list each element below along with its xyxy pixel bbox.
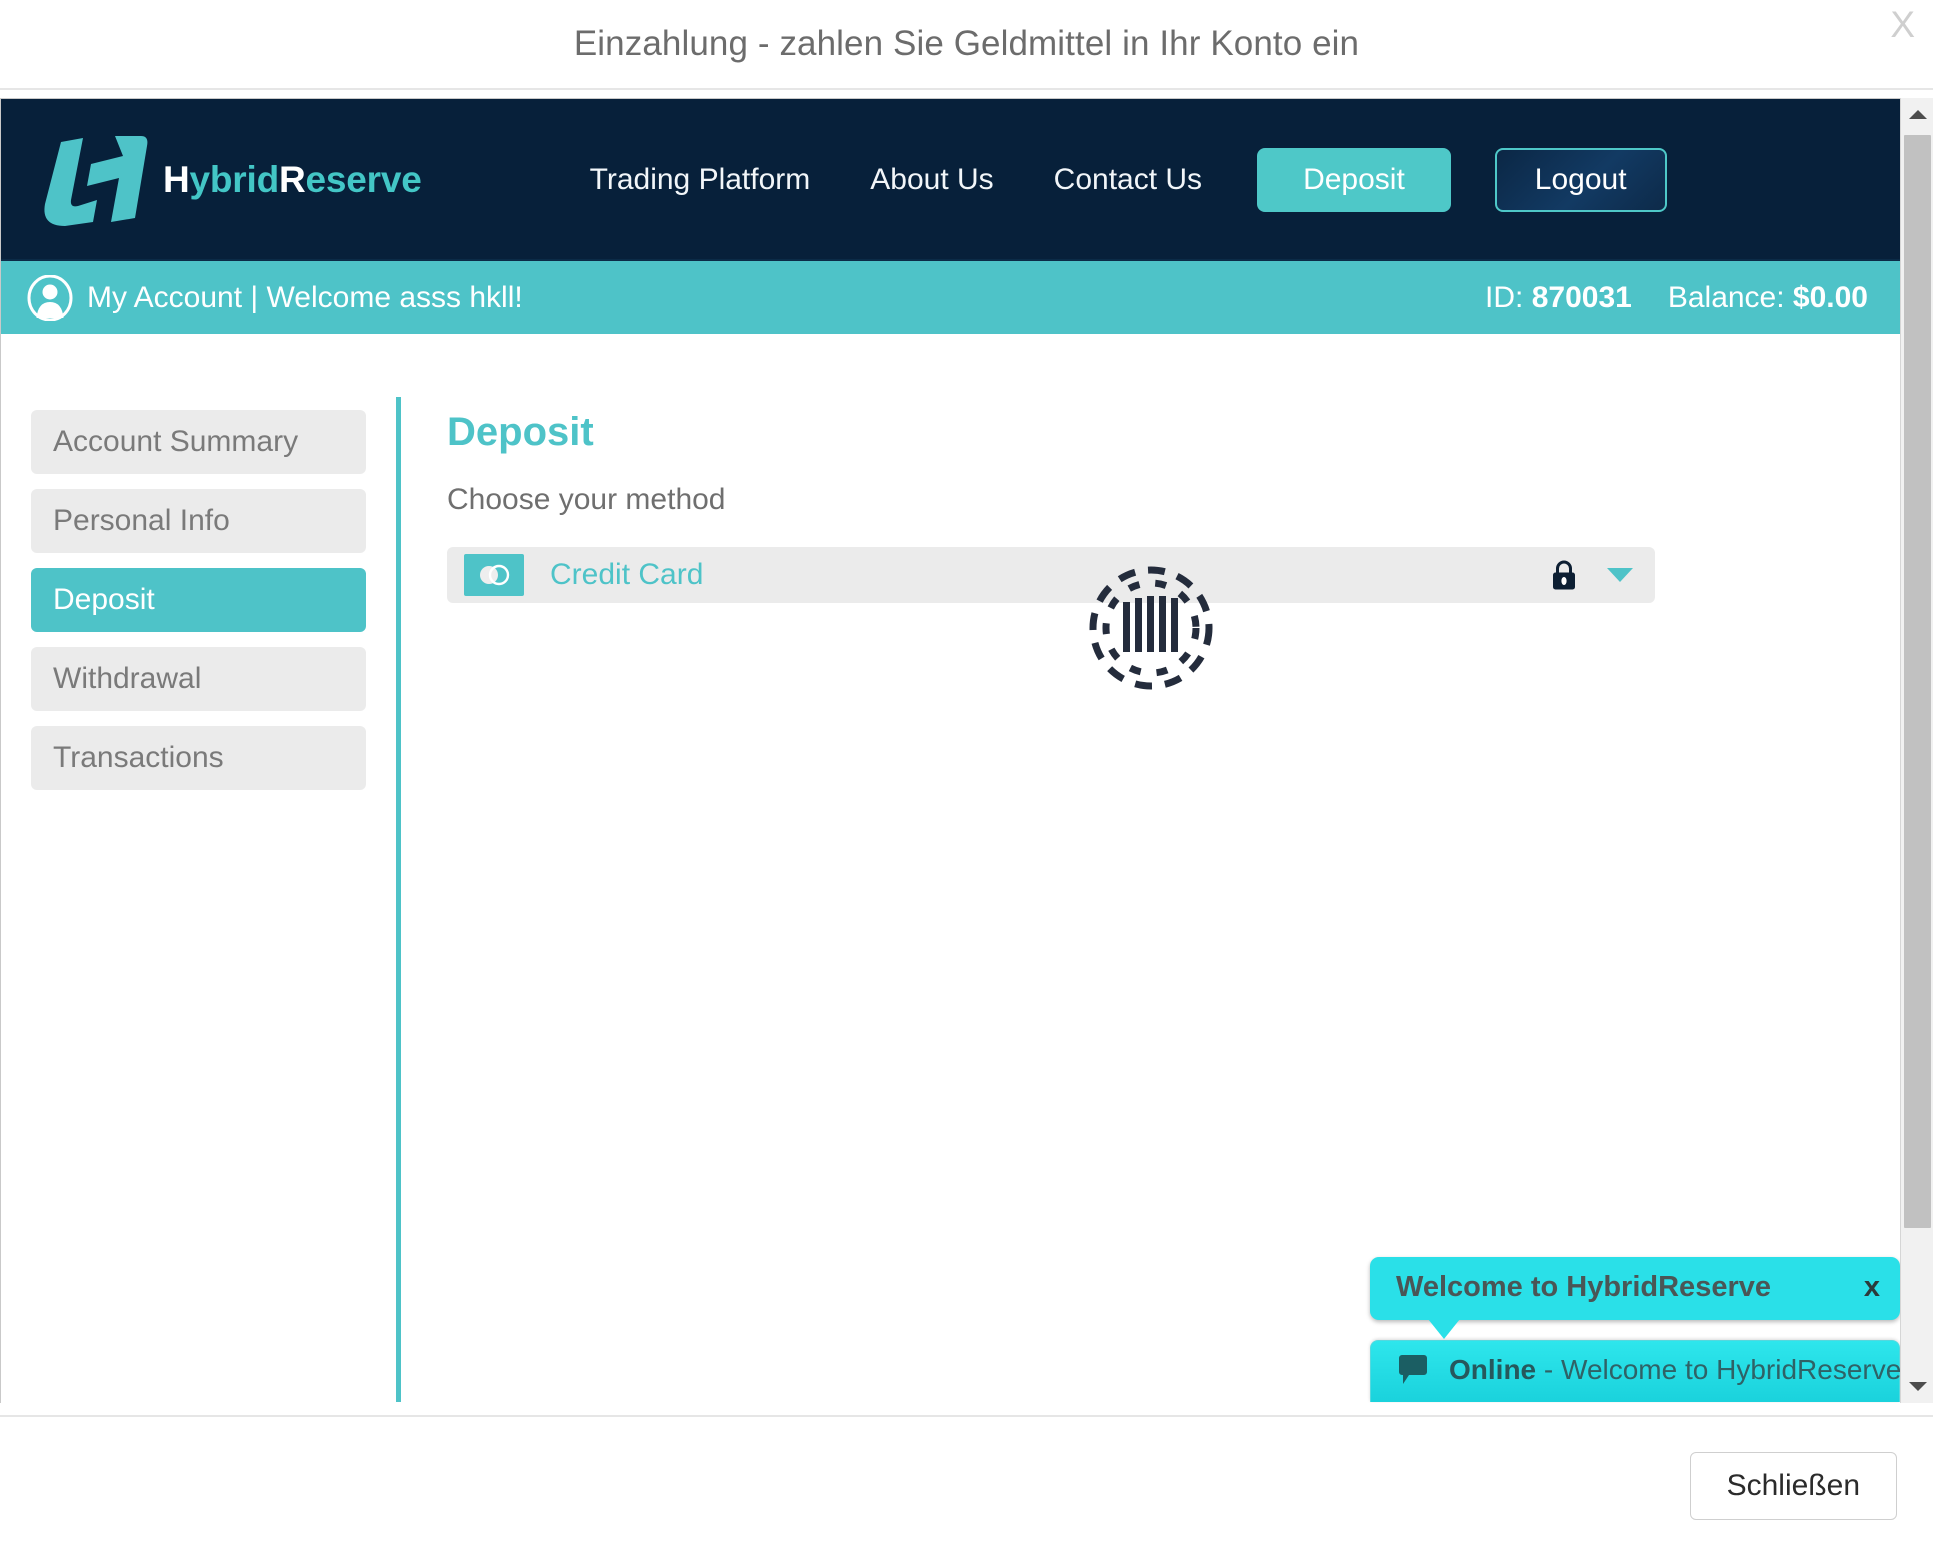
- method-select-controls: [1551, 559, 1633, 591]
- logout-button[interactable]: Logout: [1494, 148, 1667, 212]
- chat-status-online: Online: [1449, 1354, 1537, 1385]
- chevron-down-icon: [1908, 1382, 1927, 1391]
- account-stats: ID: 870031 Balance: $0.00: [1485, 281, 1868, 315]
- brand-logo[interactable]: HybridReserve: [31, 134, 422, 226]
- nav-links: Trading Platform About Us Contact Us: [590, 163, 1202, 197]
- close-icon[interactable]: X: [1890, 6, 1915, 43]
- chevron-down-icon[interactable]: [1607, 568, 1633, 582]
- chat-status-text: Online - Welcome to HybridReserve: [1449, 1354, 1900, 1386]
- embedded-page-frame: HybridReserve Trading Platform About Us …: [0, 98, 1900, 1403]
- account-id-label: ID:: [1485, 280, 1524, 314]
- overlapping-circles-glyph: [480, 564, 510, 586]
- nav-link-contact-us[interactable]: Contact Us: [1054, 163, 1202, 197]
- sidebar-item-personal-info[interactable]: Personal Info: [31, 489, 366, 553]
- main-panel: Deposit Choose your method Credit Card W…: [401, 410, 1900, 1402]
- sidebar-item-deposit[interactable]: Deposit: [31, 568, 366, 632]
- account-welcome-text: My Account | Welcome asss hkll!: [87, 280, 523, 314]
- vertical-scrollbar[interactable]: [1900, 98, 1933, 1403]
- nav-actions: Deposit Logout: [1257, 148, 1667, 212]
- modal-body: HybridReserve Trading Platform About Us …: [0, 90, 1933, 1415]
- avatar-icon: [27, 274, 73, 321]
- sidebar-item-account-summary[interactable]: Account Summary: [31, 410, 366, 474]
- credit-card-icon: [464, 554, 524, 596]
- page-title: Deposit: [447, 410, 594, 454]
- choose-method-label: Choose your method: [447, 483, 726, 516]
- brand-cap-h: H: [163, 159, 190, 200]
- account-bar: My Account | Welcome asss hkll! ID: 8700…: [1, 261, 1900, 334]
- brand-eserve: eserve: [305, 159, 422, 200]
- page-content: Account Summary Personal Info Deposit Wi…: [1, 334, 1900, 1402]
- modal-footer: Schließen: [0, 1415, 1933, 1554]
- deposit-button[interactable]: Deposit: [1257, 148, 1451, 212]
- chat-status-separator: -: [1536, 1354, 1562, 1385]
- chat-welcome-tooltip: Welcome to HybridReserve x: [1370, 1257, 1900, 1339]
- nav-link-trading-platform[interactable]: Trading Platform: [590, 163, 811, 197]
- deposit-modal: Einzahlung - zahlen Sie Geldmittel in Ih…: [0, 0, 1933, 1554]
- brand-ybrid: ybrid: [189, 159, 280, 200]
- spinner-icon: [1089, 566, 1212, 690]
- loading-spinner: [1076, 553, 1226, 708]
- scrollbar-up-button[interactable]: [1901, 98, 1933, 131]
- account-id-value: 870031: [1531, 280, 1632, 314]
- scrollbar-thumb[interactable]: [1904, 135, 1931, 1228]
- account-balance-label: Balance:: [1667, 280, 1785, 314]
- chat-widget: Welcome to HybridReserve x Online - Welc…: [1370, 1257, 1900, 1402]
- payment-method-select[interactable]: Credit Card: [447, 547, 1655, 603]
- hybrid-reserve-logo-icon: [44, 136, 148, 226]
- chat-tooltip-close-icon[interactable]: x: [1846, 1271, 1880, 1304]
- sidebar-menu: Account Summary Personal Info Deposit Wi…: [1, 410, 396, 1402]
- top-navigation-bar: HybridReserve Trading Platform About Us …: [1, 99, 1900, 261]
- account-balance-value: $0.00: [1792, 280, 1868, 314]
- payment-method-value: Credit Card: [550, 558, 704, 591]
- modal-header: Einzahlung - zahlen Sie Geldmittel in Ih…: [0, 0, 1933, 90]
- brand-name: HybridReserve: [163, 159, 422, 201]
- chat-tooltip-text: Welcome to HybridReserve: [1396, 1271, 1771, 1303]
- chat-status-message: Welcome to HybridReserve: [1561, 1354, 1900, 1385]
- account-id: ID: 870031: [1485, 281, 1632, 315]
- account-identity[interactable]: My Account | Welcome asss hkll!: [27, 274, 523, 321]
- sidebar-item-transactions[interactable]: Transactions: [31, 726, 366, 790]
- speech-bubble-icon: [1399, 1355, 1427, 1384]
- account-balance: Balance: $0.00: [1668, 281, 1868, 315]
- modal-title: Einzahlung - zahlen Sie Geldmittel in Ih…: [573, 24, 1360, 63]
- sidebar-item-withdrawal[interactable]: Withdrawal: [31, 647, 366, 711]
- brand-cap-r: R: [279, 159, 306, 200]
- lock-icon: [1553, 560, 1575, 590]
- nav-link-about-us[interactable]: About Us: [870, 163, 993, 197]
- schliessen-button[interactable]: Schließen: [1689, 1451, 1897, 1520]
- chat-status-bar[interactable]: Online - Welcome to HybridReserve: [1370, 1340, 1900, 1402]
- scrollbar-down-button[interactable]: [1901, 1370, 1933, 1403]
- chevron-up-icon: [1908, 110, 1927, 119]
